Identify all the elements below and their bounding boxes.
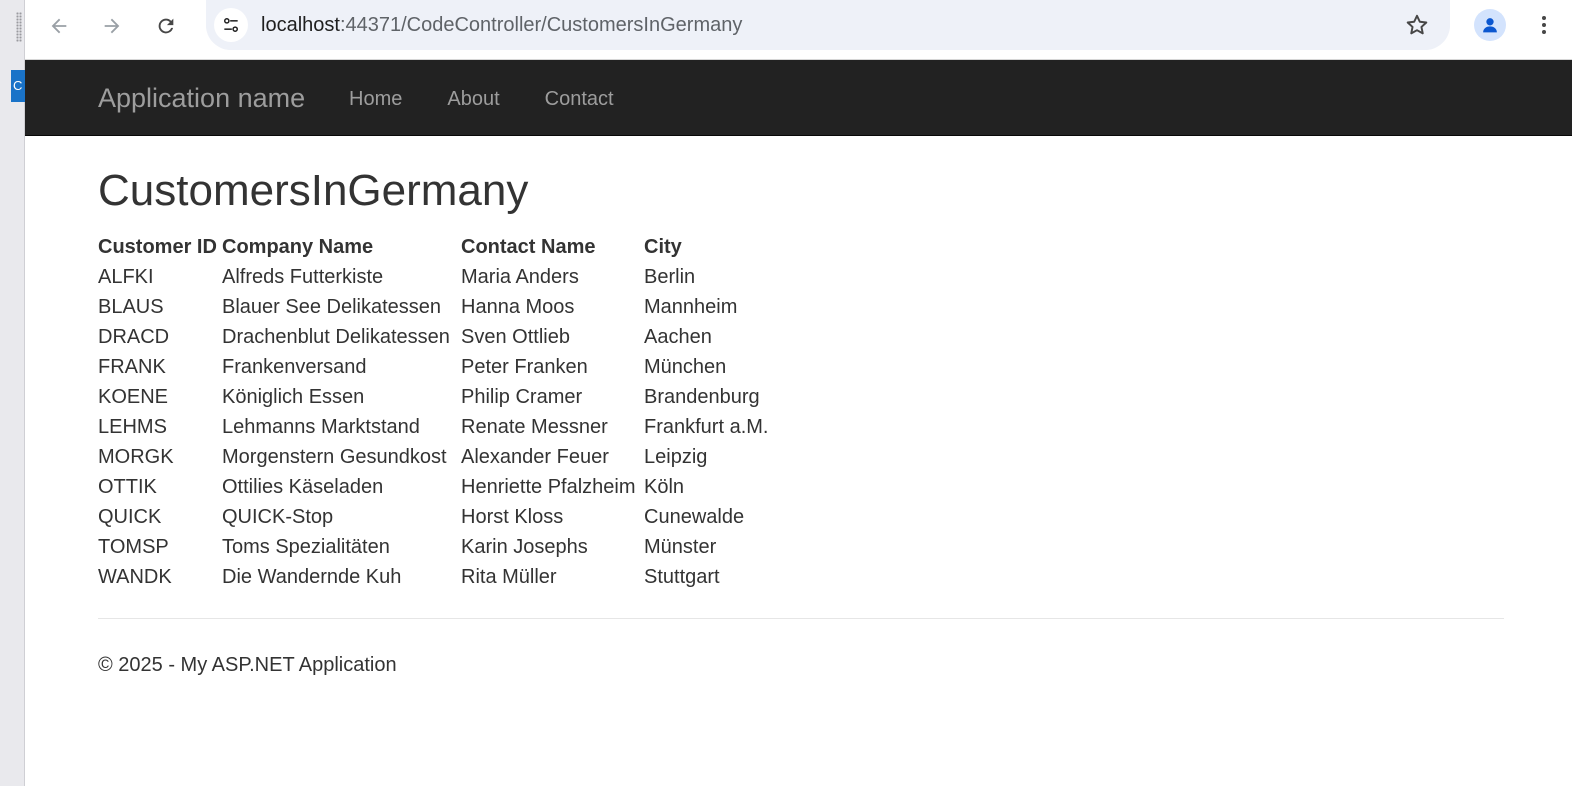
customers-table: Customer ID Company Name Contact Name Ci… [98, 232, 768, 592]
cell-city: Stuttgart [644, 566, 720, 588]
table-row: LEHMS Lehmanns Marktstand Renate Messner Fr… [98, 412, 768, 442]
cell-city: Münster [644, 536, 717, 558]
site-navbar: Application name Home About Contact [25, 60, 1572, 136]
cell-contact-name: Henriette Pfalzheim [461, 476, 636, 498]
cell-city: Berlin [644, 266, 696, 288]
cell-company-name: Morgenstern Gesundkost [222, 446, 447, 468]
browser-toolbar: localhost:44371/CodeController/Customers… [25, 0, 1572, 60]
cell-company-name: Alfreds Futterkiste [222, 266, 384, 288]
main-content: CustomersInGermany Customer ID Company N… [98, 165, 1504, 592]
cell-company-name: Königlich Essen [222, 386, 365, 408]
header-city: City [644, 236, 682, 258]
table-row: WANDK Die Wandernde Kuh Rita Müller Stuttga… [98, 562, 768, 592]
kebab-menu-icon[interactable] [1528, 9, 1560, 41]
background-window-edge: C [0, 0, 25, 786]
table-row: KOENE Königlich Essen Philip Cramer Branden… [98, 382, 768, 412]
table-row: OTTIK Ottilies Käseladen Henriette Pfalzhe… [98, 472, 768, 502]
tune-icon[interactable] [214, 8, 248, 42]
cell-customer-id: KOENE [98, 386, 169, 408]
forward-arrow-icon[interactable] [94, 8, 130, 44]
table-row: MORGK Morgenstern Gesundkost Alexander Feu… [98, 442, 768, 472]
reload-icon[interactable] [148, 8, 184, 44]
table-row: QUICK QUICK-Stop Horst Kloss Cunewalde [98, 502, 768, 532]
cell-company-name: Drachenblut Delikatessen [222, 326, 450, 348]
cell-company-name: Frankenversand [222, 356, 367, 378]
cell-contact-name: Alexander Feuer [461, 446, 609, 468]
table-header-row: Customer ID Company Name Contact Name Ci… [98, 232, 768, 262]
cell-city: Köln [644, 476, 685, 498]
url-host: localhost [261, 14, 340, 36]
drag-grip-icon[interactable] [16, 12, 22, 42]
footer-divider [98, 618, 1504, 619]
cell-customer-id: WANDK [98, 566, 172, 588]
address-bar[interactable]: localhost:44371/CodeController/Customers… [206, 0, 1450, 50]
brand-link[interactable]: Application name [98, 82, 305, 114]
nav-link-contact[interactable]: Contact [545, 87, 614, 111]
cell-customer-id: QUICK [98, 506, 162, 528]
table-row: ALFKI Alfreds Futterkiste Maria Anders Berl… [98, 262, 768, 292]
cell-city: Cunewalde [644, 506, 745, 528]
star-icon[interactable] [1404, 12, 1430, 38]
url-text[interactable]: localhost:44371/CodeController/Customers… [261, 13, 742, 37]
cell-contact-name: Renate Messner [461, 416, 608, 438]
back-arrow-icon[interactable] [41, 8, 77, 44]
cell-customer-id: ALFKI [98, 266, 154, 288]
cell-contact-name: Sven Ottlieb [461, 326, 570, 348]
nav-link-about[interactable]: About [447, 87, 499, 111]
nav-links: Home About Contact [349, 87, 659, 111]
cell-city: München [644, 356, 727, 378]
cell-city: Brandenburg [644, 386, 760, 408]
cell-customer-id: OTTIK [98, 476, 157, 498]
cell-contact-name: Rita Müller [461, 566, 557, 588]
url-path: :44371/CodeController/CustomersInGermany [339, 14, 743, 36]
header-contact-name: Contact Name [461, 236, 596, 258]
cell-contact-name: Maria Anders [461, 266, 579, 288]
cell-contact-name: Karin Josephs [461, 536, 588, 558]
nav-link-home[interactable]: Home [349, 87, 402, 111]
cell-customer-id: FRANK [98, 356, 166, 378]
cell-city: Aachen [644, 326, 712, 348]
cell-customer-id: MORGK [98, 446, 174, 468]
background-window-tab[interactable]: C [11, 70, 25, 102]
table-body: ALFKI Alfreds Futterkiste Maria Anders Berl… [98, 262, 768, 592]
cell-customer-id: BLAUS [98, 296, 164, 318]
cell-customer-id: DRACD [98, 326, 170, 348]
cell-contact-name: Hanna Moos [461, 296, 575, 318]
table-row: FRANK Frankenversand Peter Franken München [98, 352, 768, 382]
cell-company-name: Toms Spezialitäten [222, 536, 390, 558]
cell-company-name: Die Wandernde Kuh [222, 566, 402, 588]
table-row: TOMSP Toms Spezialitäten Karin Josephs Müns… [98, 532, 768, 562]
header-customer-id: Customer ID [98, 236, 217, 258]
cell-city: Leipzig [644, 446, 708, 468]
cell-city: Frankfurt a.M. [644, 416, 769, 438]
person-icon[interactable] [1474, 9, 1506, 41]
cell-customer-id: LEHMS [98, 416, 167, 438]
cell-company-name: Blauer See Delikatessen [222, 296, 442, 318]
cell-contact-name: Horst Kloss [461, 506, 564, 528]
cell-company-name: Lehmanns Marktstand [222, 416, 420, 438]
cell-contact-name: Philip Cramer [461, 386, 583, 408]
cell-city: Mannheim [644, 296, 738, 318]
table-row: DRACD Drachenblut Delikatessen Sven Ottlie… [98, 322, 768, 352]
table-row: BLAUS Blauer See Delikatessen Hanna Moos Ma… [98, 292, 768, 322]
cell-customer-id: TOMSP [98, 536, 169, 558]
header-company-name: Company Name [222, 236, 374, 258]
page-title: CustomersInGermany [98, 166, 529, 215]
cell-company-name: QUICK-Stop [222, 506, 334, 528]
cell-contact-name: Peter Franken [461, 356, 588, 378]
cell-company-name: Ottilies Käseladen [222, 476, 384, 498]
footer-text: © 2025 - My ASP.NET Application [98, 654, 397, 676]
